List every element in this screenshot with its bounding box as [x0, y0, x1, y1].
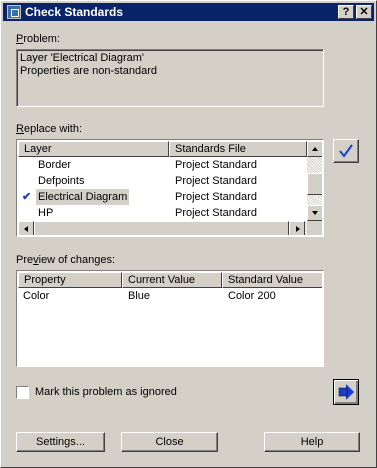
standards-file: Project Standard: [175, 207, 257, 219]
column-header-standards-file[interactable]: Standards File: [169, 141, 307, 157]
standards-file: Project Standard: [175, 175, 257, 187]
preview-list[interactable]: Property Current Value Standard Value Co…: [16, 270, 324, 367]
standards-file: Project Standard: [175, 191, 257, 203]
column-header-layer[interactable]: Layer: [18, 141, 169, 157]
help-title-button[interactable]: ?: [338, 5, 354, 19]
replace-list[interactable]: Layer Standards File Border Project Stan…: [16, 139, 324, 237]
fix-button[interactable]: [333, 139, 359, 163]
property-cell: Color: [23, 290, 50, 302]
scroll-right-button[interactable]: [289, 221, 305, 235]
arrow-up-icon: [312, 147, 318, 151]
arrow-left-icon: [24, 226, 28, 232]
ignore-checkbox[interactable]: [16, 386, 29, 399]
next-problem-button[interactable]: [333, 379, 359, 405]
layer-name: Electrical Diagram: [36, 189, 130, 205]
scroll-corner: [307, 221, 322, 235]
layer-name: Border: [38, 159, 72, 171]
check-standards-dialog: Check Standards ? ✕ Problem: Layer 'Elec…: [0, 0, 377, 468]
problem-description: Layer 'Electrical Diagram' Properties ar…: [20, 52, 157, 78]
problem-box: Layer 'Electrical Diagram' Properties ar…: [16, 49, 324, 107]
layer-name: Defpoints: [38, 175, 85, 187]
column-header-standard-value[interactable]: Standard Value: [222, 272, 322, 288]
standard-value-cell: Color 200: [228, 290, 276, 302]
problem-label-rest: roblem:: [23, 33, 61, 45]
problem-label: Problem:: [16, 33, 61, 45]
list-item[interactable]: Border Project Standard: [18, 157, 307, 173]
question-mark-icon: ?: [342, 6, 350, 18]
current-value-cell: Blue: [128, 290, 151, 302]
list-item[interactable]: HP Project Standard: [18, 205, 307, 221]
layer-name: HP: [38, 207, 54, 219]
close-title-button[interactable]: ✕: [356, 5, 372, 19]
close-button[interactable]: Close: [121, 432, 218, 452]
app-icon[interactable]: [7, 5, 21, 19]
preview-label: Preview of changes:: [16, 254, 116, 266]
list-item-selected[interactable]: ✔ Electrical Diagram Project Standard: [18, 189, 307, 205]
problem-line-2: Properties are non-standard: [20, 65, 157, 77]
standards-file: Project Standard: [175, 159, 257, 171]
help-button[interactable]: Help: [264, 432, 360, 452]
close-button-label: Close: [155, 436, 184, 448]
table-row[interactable]: Color Blue Color 200: [18, 288, 322, 304]
column-header-property[interactable]: Property: [18, 272, 122, 288]
column-header-current-value[interactable]: Current Value: [122, 272, 222, 288]
checkmark-icon: [339, 144, 353, 158]
settings-button-label: Settings...: [36, 436, 85, 448]
scroll-left-button[interactable]: [18, 221, 34, 235]
help-button-label: Help: [300, 436, 324, 448]
problem-line-1: Layer 'Electrical Diagram': [20, 52, 145, 64]
scroll-down-button[interactable]: [307, 205, 322, 221]
horizontal-scroll-thumb[interactable]: [34, 221, 289, 235]
arrow-right-icon: [296, 226, 300, 232]
checkmark-icon: ✔: [22, 191, 32, 203]
settings-button[interactable]: Settings...: [16, 432, 105, 452]
close-icon: ✕: [359, 6, 369, 18]
vertical-scroll-thumb[interactable]: [307, 173, 322, 195]
replace-label: Replace with:: [16, 123, 83, 135]
next-arrow-icon: [338, 384, 354, 400]
list-item[interactable]: Defpoints Project Standard: [18, 173, 307, 189]
ignore-checkbox-label[interactable]: Mark this problem as ignored: [35, 386, 177, 399]
scroll-up-button[interactable]: [307, 141, 322, 157]
title-bar[interactable]: Check Standards ? ✕: [3, 3, 374, 21]
window-title: Check Standards: [25, 5, 124, 19]
arrow-down-icon: [312, 211, 318, 215]
